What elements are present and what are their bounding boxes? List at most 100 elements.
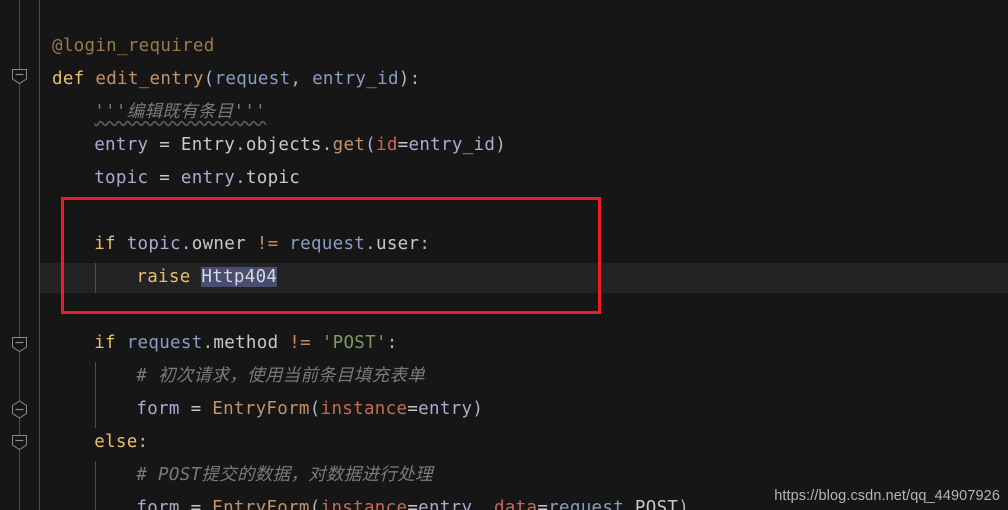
code-token: topic [94,168,149,188]
code-token: ) [678,498,690,510]
code-token: objects [245,135,322,155]
code-token: entry [94,135,149,155]
code-token: Entry [180,135,236,155]
fold-marker-if-request-method[interactable] [11,336,28,353]
code-line-14[interactable]: # POST提交的数据，对数据进行处理 [40,459,433,492]
code-token: def [52,69,85,89]
code-token: . [624,498,635,510]
code-token: ( [309,498,321,510]
code-token: user [375,234,420,254]
code-token: owner [191,234,246,254]
code-token: = [407,399,419,419]
code-token: form [136,399,180,419]
code-line-5[interactable]: topic = entry.topic [40,162,300,195]
code-token: . [365,234,376,254]
code-line-10[interactable]: if request.method != 'POST': [40,327,398,360]
code-token: : [419,234,431,254]
code-token: instance [320,399,408,419]
code-token: id [375,135,398,155]
code-token: entry [418,498,473,510]
code-line-4[interactable]: entry = Entry.objects.get(id=entry_id) [40,129,506,162]
code-line-9[interactable] [40,294,52,327]
code-token: if [94,333,116,353]
code-token: request [214,69,291,89]
code-line-8[interactable]: raise Http404 [40,261,278,294]
code-token: != [289,333,311,353]
code-token: method [213,333,279,353]
code-token: = [148,168,181,188]
code-token: get [332,135,366,155]
code-token: raise [136,267,191,287]
code-token: entry [180,168,236,188]
code-token: . [321,135,333,155]
code-token: = [397,135,409,155]
code-token: topic [245,168,301,188]
code-token: data [494,498,538,510]
code-line-12[interactable]: form = EntryForm(instance=entry) [40,393,483,426]
code-token: request [548,498,625,510]
code-line-6[interactable] [40,195,52,228]
fold-marker-def-edit-entry[interactable] [11,68,28,85]
selected-token: Http404 [201,267,278,287]
code-token: request [289,234,366,254]
code-token: request [126,333,203,353]
code-content[interactable]: @login_required def edit_entry(request, … [40,0,1008,510]
code-token: ( [203,69,215,89]
code-token: , [290,69,313,89]
code-token: @login_required [52,36,215,56]
code-token: EntryForm [212,498,310,510]
code-token: ) [472,399,484,419]
code-token: entry [418,399,473,419]
code-token: else [94,432,138,452]
code-token: != [256,234,279,254]
code-token: = [179,399,213,419]
code-token: ( [365,135,376,155]
code-token: '''编辑既有条目''' [94,102,267,122]
code-token: = [179,498,213,510]
code-token: topic [126,234,181,254]
code-token: : [137,432,149,452]
code-line-7[interactable]: if topic.owner != request.user: [40,228,430,261]
code-token: = [407,498,419,510]
code-token: entry_id [312,69,399,89]
code-token: 'POST' [321,333,387,353]
code-line-13[interactable]: else: [40,426,148,459]
code-token: : [386,333,398,353]
code-editor[interactable]: @login_required def edit_entry(request, … [0,0,1008,510]
code-token: . [180,234,192,254]
fold-marker-else-branch[interactable] [11,400,28,419]
code-token: ( [309,399,321,419]
code-line-11[interactable]: # 初次请求，使用当前条目填充表单 [40,360,425,393]
code-token: entry_id [408,135,496,155]
code-token: POST [634,498,679,510]
watermark-url: https://blog.csdn.net/qq_44907926 [774,488,1000,504]
fold-marker-else-body[interactable] [11,434,28,451]
code-token: EntryForm [212,399,310,419]
code-line-15[interactable]: form = EntryForm(instance=entry, data=re… [40,492,689,510]
code-token: ) [495,135,507,155]
code-token: , [472,498,495,510]
code-token: . [235,135,246,155]
code-token: # POST提交的数据，对数据进行处理 [136,465,433,485]
code-token: = [537,498,549,510]
code-token: # 初次请求，使用当前条目填充表单 [136,366,426,386]
code-token: . [202,333,214,353]
code-token: instance [320,498,408,510]
code-token: form [136,498,180,510]
code-line-3[interactable]: '''编辑既有条目''' [40,96,266,129]
code-token: if [94,234,116,254]
code-line-2[interactable]: def edit_entry(request, entry_id): [40,63,420,96]
code-line-1[interactable]: @login_required [40,30,215,63]
code-token: . [235,168,246,188]
code-token: ): [398,69,421,89]
code-token: = [148,135,181,155]
code-token: edit_entry [95,69,204,89]
